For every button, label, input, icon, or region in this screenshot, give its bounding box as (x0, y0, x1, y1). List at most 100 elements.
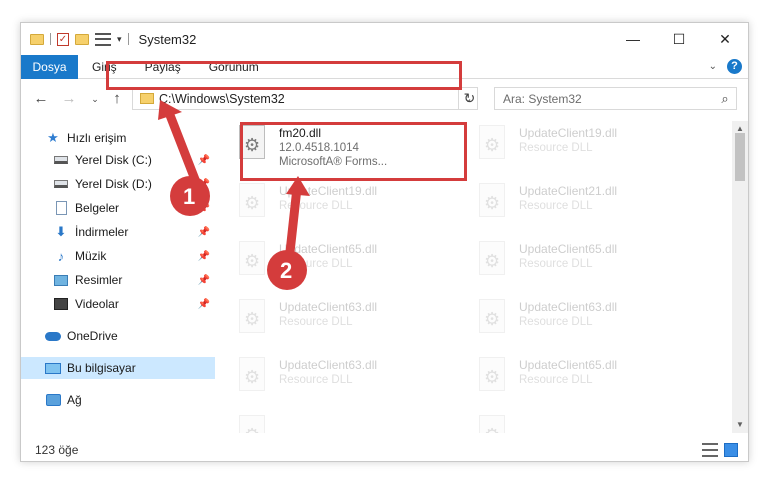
vertical-scrollbar[interactable]: ▲ ▼ (732, 121, 748, 433)
back-button[interactable]: ← (31, 89, 51, 109)
network-icon (45, 394, 61, 406)
dll-file-icon: ⚙ (235, 415, 271, 433)
file-list: ⚙ fm20.dll 12.0.4518.1014 MicrosoftA® Fo… (231, 121, 731, 433)
sidebar-item-videos[interactable]: Videolar 📌 (21, 293, 215, 315)
tab-view[interactable]: Görünüm (195, 60, 273, 74)
music-icon: ♪ (57, 248, 65, 264)
tab-share[interactable]: Paylaş (131, 60, 195, 74)
file-name: UpdateClient19.dll (519, 126, 618, 140)
list-item[interactable]: ⚙ UpdateClient65.dll Resource DLL (471, 237, 701, 287)
up-button[interactable]: ↑ (107, 89, 127, 109)
list-item[interactable]: ⚙ UpdateClient21.dll Resource DLL (471, 179, 701, 229)
sidebar-item-label: Ağ (67, 393, 82, 407)
file-type: Resource DLL (279, 258, 353, 270)
search-input[interactable] (495, 91, 714, 106)
sidebar-item-label: Hızlı erişim (67, 131, 127, 145)
list-item[interactable]: ⚙ UpdateClient63.dll Resource DLL (231, 295, 461, 345)
list-item[interactable]: ⚙ UpdateClient63.dll Resource DLL (231, 353, 461, 403)
sidebar-item-documents[interactable]: Belgeler 📌 (21, 197, 215, 219)
download-icon: ⬇ (55, 224, 67, 239)
dll-file-icon: ⚙ (235, 183, 271, 225)
pin-icon[interactable]: 📌 (198, 203, 210, 214)
address-path[interactable]: C:\Windows\System32 (159, 92, 459, 106)
sidebar-item-network[interactable]: Ağ (21, 389, 215, 411)
file-name: UpdateClient65.dll (519, 358, 618, 372)
videos-icon (54, 298, 68, 310)
cloud-icon (45, 331, 61, 341)
sidebar-item-downloads[interactable]: ⬇ İndirmeler 📌 (21, 221, 215, 243)
recent-locations-chevron-icon[interactable]: ⌄ (85, 89, 105, 109)
tab-home[interactable]: Giriş (78, 60, 131, 74)
list-item[interactable]: ⚙ UpdateClient63.dll Resource DLL (471, 295, 701, 345)
file-name: UpdateClient65.dll (279, 242, 378, 256)
folder-icon (140, 93, 154, 104)
navigation-row: ← → ⌄ ↑ C:\Windows\System32 ⌄ ↻ ⌕ (21, 85, 748, 113)
list-item[interactable]: ⚙ UpdateClient65.dll Resource DLL (471, 353, 701, 403)
file-type: Resource DLL (279, 374, 353, 386)
file-type: Resource DLL (519, 316, 593, 328)
sidebar-item-label: Resimler (75, 273, 123, 287)
sidebar-item-pictures[interactable]: Resimler 📌 (21, 269, 215, 291)
address-bar[interactable]: C:\Windows\System32 ⌄ (132, 87, 478, 110)
file-type: Resource DLL (279, 316, 353, 328)
dll-file-icon: ⚙ (235, 299, 271, 341)
sidebar-item-label: Bu bilgisayar (67, 361, 136, 375)
window-controls: — ☐ ✕ (610, 23, 748, 55)
list-item[interactable]: ⚙ UpdateClient19.dll Resource DLL (231, 179, 461, 229)
file-type: Resource DLL (519, 258, 593, 270)
sidebar-item-local-disk-c[interactable]: Yerel Disk (C:) 📌 (21, 149, 215, 171)
close-button[interactable]: ✕ (702, 23, 748, 55)
view-switcher (702, 443, 738, 457)
maximize-button[interactable]: ☐ (656, 23, 702, 55)
sidebar-item-onedrive[interactable]: OneDrive (21, 325, 215, 347)
expand-ribbon-chevron-icon[interactable]: ⌄ (709, 61, 717, 72)
star-icon: ★ (47, 130, 59, 145)
file-name: UpdateClient65.dll (519, 242, 618, 256)
file-name: UpdateClient19.dll (279, 184, 378, 198)
pin-icon[interactable]: 📌 (198, 275, 210, 286)
sidebar-item-local-disk-d[interactable]: Yerel Disk (D:) 📌 (21, 173, 215, 195)
list-item[interactable]: ⚙ UpdateClient65.dll Resource DLL (231, 237, 461, 287)
customize-toolbar-chevron-icon[interactable]: ▾ (117, 34, 122, 45)
sidebar-item-label: İndirmeler (75, 225, 129, 239)
pin-icon[interactable]: 📌 (198, 227, 210, 238)
pin-icon[interactable]: 📌 (198, 299, 210, 310)
sidebar-item-label: Yerel Disk (C:) (75, 153, 152, 167)
search-box[interactable]: ⌕ (494, 87, 737, 110)
minimize-button[interactable]: — (610, 23, 656, 55)
pin-icon[interactable]: 📌 (198, 251, 210, 262)
new-folder-icon[interactable] (75, 33, 89, 45)
large-icons-view-icon[interactable] (724, 443, 738, 457)
disk-icon (54, 180, 68, 188)
help-icon[interactable]: ? (727, 59, 742, 74)
tab-file[interactable]: Dosya (21, 54, 78, 79)
file-name: UpdateClient21.dll (519, 184, 618, 198)
computer-icon (45, 362, 61, 374)
item-count: 123 öğe (35, 443, 79, 457)
file-type: Resource DLL (519, 374, 593, 386)
file-description: MicrosoftA® Forms... (279, 156, 388, 168)
sidebar-item-this-pc[interactable]: Bu bilgisayar (21, 357, 215, 379)
search-icon[interactable]: ⌕ (714, 91, 736, 107)
folder-icon[interactable] (30, 33, 44, 45)
sidebar-item-music[interactable]: ♪ Müzik 📌 (21, 245, 215, 267)
pin-icon[interactable]: 📌 (198, 155, 210, 166)
properties-check-icon[interactable]: ✓ (57, 32, 69, 46)
refresh-button[interactable]: ↻ (458, 87, 480, 110)
sidebar-item-quick-access[interactable]: ★ Hızlı erişim (21, 127, 215, 149)
list-item[interactable]: ⚙ (471, 411, 701, 433)
sidebar-item-label: Yerel Disk (D:) (75, 177, 152, 191)
file-name: UpdateClient63.dll (279, 300, 378, 314)
dll-file-icon: ⚙ (475, 241, 511, 283)
scroll-down-arrow-icon[interactable]: ▼ (732, 417, 748, 433)
forward-button[interactable]: → (59, 89, 79, 109)
list-item[interactable]: ⚙ UpdateClient19.dll Resource DLL (471, 121, 701, 171)
scrollbar-thumb[interactable] (735, 133, 745, 181)
pin-icon[interactable]: 📌 (198, 179, 210, 190)
properties-icon[interactable] (95, 32, 111, 46)
details-view-icon[interactable] (702, 443, 718, 457)
list-item-fm20-dll[interactable]: ⚙ fm20.dll 12.0.4518.1014 MicrosoftA® Fo… (231, 121, 461, 171)
list-item[interactable]: ⚙ (231, 411, 461, 433)
sidebar-item-label: Müzik (75, 249, 107, 263)
sidebar-item-label: Belgeler (75, 201, 120, 215)
